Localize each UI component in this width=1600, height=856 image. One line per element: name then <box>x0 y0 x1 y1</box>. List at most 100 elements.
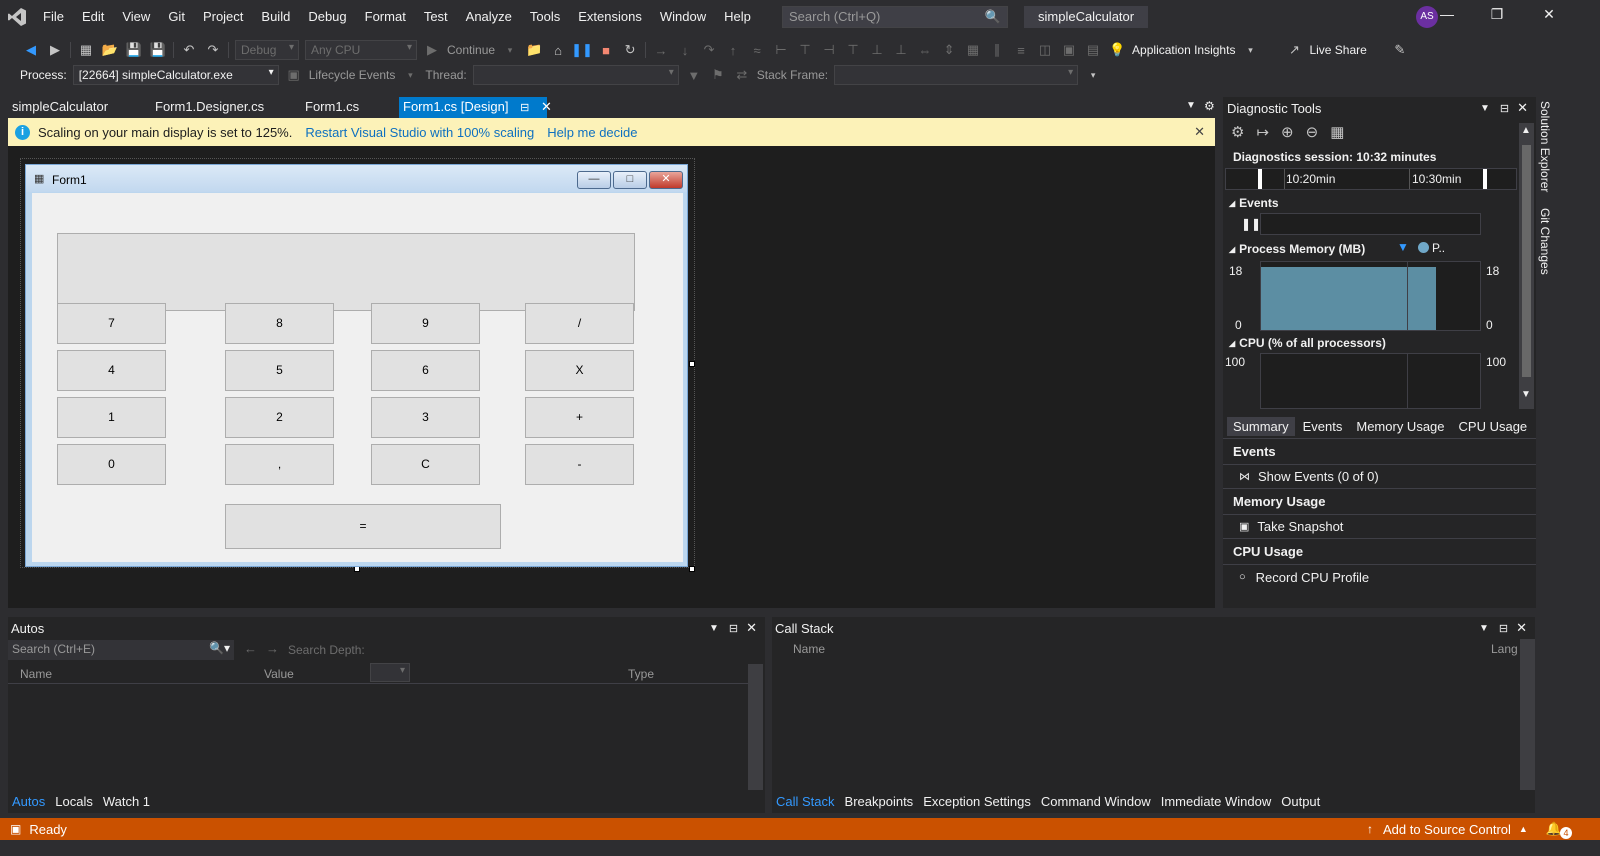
search-back-icon[interactable]: ← <box>244 641 257 656</box>
menu-format[interactable]: Format <box>356 0 415 34</box>
make-same-height-icon[interactable]: ⇕ <box>940 41 958 59</box>
settings-gear-icon[interactable]: ⚙ <box>1204 99 1215 113</box>
tab-output[interactable]: Output <box>1277 792 1324 811</box>
autos-scrollbar[interactable] <box>748 664 763 790</box>
pause-icon[interactable]: ❚❚ <box>1241 217 1261 231</box>
toolbar-options-icon[interactable]: ▾ <box>1084 66 1102 84</box>
cpu-chart[interactable] <box>1260 353 1481 409</box>
align-middles-icon[interactable]: ⊥ <box>868 41 886 59</box>
tab-exception-settings[interactable]: Exception Settings <box>919 792 1035 811</box>
align-lefts-icon[interactable]: ⊢ <box>772 41 790 59</box>
panel-options-icon[interactable]: ▼ <box>1480 103 1490 114</box>
tab-cpu-usage[interactable]: CPU Usage <box>1453 417 1534 436</box>
back-icon[interactable]: ◀ <box>22 41 40 59</box>
panel-options-icon[interactable]: ▼ <box>1479 623 1489 634</box>
pin-icon[interactable]: ⊟ <box>1499 622 1508 635</box>
save-icon[interactable]: 💾 <box>125 41 143 59</box>
close-tab-icon[interactable]: ✕ <box>541 99 552 114</box>
tab-list-dropdown-icon[interactable]: ▼ <box>1186 100 1196 111</box>
tab-simplecalculator[interactable]: simpleCalculator <box>0 97 143 118</box>
stop-icon[interactable]: ■ <box>597 41 615 59</box>
source-control-chevron-icon[interactable]: ▲ <box>1519 824 1528 834</box>
calc-button[interactable]: , <box>225 444 334 485</box>
column-name[interactable]: Name <box>20 667 52 681</box>
tab-events[interactable]: Events <box>1297 417 1349 436</box>
timeline-ruler[interactable]: 10:20min 10:30min <box>1225 168 1517 190</box>
tab-autos[interactable]: Autos <box>8 792 49 811</box>
align-centers-icon[interactable]: ⊤ <box>796 41 814 59</box>
calculator-display[interactable] <box>57 233 635 311</box>
scroll-thumb[interactable] <box>1522 145 1531 377</box>
tab-memory-usage[interactable]: Memory Usage <box>1350 417 1450 436</box>
tab-form1-cs[interactable]: Form1.cs <box>293 97 399 118</box>
feedback-icon[interactable]: ✎ <box>1391 41 1409 59</box>
thread-select[interactable]: ▾ <box>472 65 679 85</box>
calc-button[interactable]: 8 <box>225 303 334 344</box>
vertical-spacing-icon[interactable]: ≡ <box>1012 41 1030 59</box>
cpu-section-header[interactable]: ◢ CPU (% of all processors) <box>1229 336 1386 350</box>
hot-reload-icon[interactable]: ≈ <box>748 41 766 59</box>
send-to-back-icon[interactable]: ▤ <box>1084 41 1102 59</box>
open-folder-icon[interactable]: 📂 <box>101 41 119 59</box>
resize-handle-corner[interactable] <box>689 566 695 572</box>
menu-debug[interactable]: Debug <box>299 0 355 34</box>
column-type[interactable]: Type <box>628 667 654 681</box>
menu-edit[interactable]: Edit <box>73 0 113 34</box>
settings-gear-icon[interactable]: ⚙ <box>1231 123 1244 141</box>
calc-button[interactable]: 1 <box>57 397 166 438</box>
memory-chart[interactable] <box>1260 261 1481 331</box>
show-events-button[interactable]: ⋈ Show Events (0 of 0) <box>1223 465 1536 489</box>
filter-icon[interactable]: ▼ <box>685 66 703 84</box>
zoom-out-icon[interactable]: ⊖ <box>1306 123 1319 141</box>
zoom-in-icon[interactable]: ⊕ <box>1281 123 1294 141</box>
calc-button[interactable]: 5 <box>225 350 334 391</box>
call-stack-scrollbar[interactable] <box>1520 639 1535 790</box>
center-horizontally-icon[interactable]: ◫ <box>1036 41 1054 59</box>
dropdown-icon[interactable]: ▾ <box>401 66 419 84</box>
platform-select[interactable]: Any CPU ▾ <box>305 40 417 60</box>
restart-scaling-link[interactable]: Restart Visual Studio with 100% scaling <box>305 125 534 140</box>
forward-icon[interactable]: ▶ <box>46 41 64 59</box>
menu-file[interactable]: File <box>34 0 73 34</box>
menu-tools[interactable]: Tools <box>521 0 569 34</box>
tab-form1-design[interactable]: Form1.cs [Design] ⊟ ✕ <box>399 97 552 118</box>
make-same-width-icon[interactable]: ⇔ <box>916 41 934 59</box>
memory-section-header[interactable]: ◢ Process Memory (MB) <box>1229 242 1365 256</box>
restore-window-icon[interactable]: ❐ <box>1482 6 1512 28</box>
reset-zoom-icon[interactable]: ▦ <box>1330 123 1344 141</box>
lifecycle-events-button[interactable]: Lifecycle Events <box>309 68 396 82</box>
calc-button[interactable]: / <box>525 303 634 344</box>
menu-help[interactable]: Help <box>715 0 760 34</box>
timeline-end-handle[interactable] <box>1483 169 1487 189</box>
align-bottoms-icon[interactable]: ⊥ <box>892 41 910 59</box>
step-over-icon[interactable]: ↷ <box>700 41 718 59</box>
tab-summary[interactable]: Summary <box>1227 417 1295 436</box>
form-close-icon[interactable]: ✕ <box>649 171 683 189</box>
calc-button[interactable]: 4 <box>57 350 166 391</box>
process-select[interactable]: [22664] simpleCalculator.exe ▾ <box>72 65 279 85</box>
pin-icon[interactable]: ⊟ <box>1500 102 1509 115</box>
column-name[interactable]: Name <box>793 642 825 656</box>
panel-options-icon[interactable]: ▼ <box>709 623 719 634</box>
browser-link-icon[interactable]: ⌂ <box>549 41 567 59</box>
live-share-icon[interactable]: ↗ <box>1285 41 1303 59</box>
horizontal-spacing-icon[interactable]: ∥ <box>988 41 1006 59</box>
live-share-button[interactable]: Live Share <box>1309 43 1366 57</box>
configuration-select[interactable]: Debug ▾ <box>235 40 299 60</box>
form1-window[interactable]: ▦ Form1 — □ ✕ 7 8 9 / 4 5 6 X 1 2 3 +0, C - = <box>25 164 688 567</box>
help-me-decide-link[interactable]: Help me decide <box>547 125 637 140</box>
tab-breakpoints[interactable]: Breakpoints <box>841 792 918 811</box>
menu-view[interactable]: View <box>113 0 159 34</box>
close-panel-icon[interactable]: ✕ <box>746 620 757 636</box>
show-next-statement-icon[interactable]: → <box>652 41 670 59</box>
scroll-down-icon[interactable]: ▼ <box>1521 389 1531 400</box>
close-panel-icon[interactable]: ✕ <box>1516 620 1527 636</box>
solution-explorer-tab[interactable]: Solution Explorer <box>1538 97 1552 196</box>
align-tops-icon[interactable]: ⊤ <box>844 41 862 59</box>
form-minimize-icon[interactable]: — <box>577 171 611 189</box>
export-icon[interactable]: ↦ <box>1256 123 1269 141</box>
step-out-icon[interactable]: ↑ <box>724 41 742 59</box>
search-forward-icon[interactable]: → <box>266 641 279 656</box>
close-panel-icon[interactable]: ✕ <box>1517 100 1528 116</box>
menu-analyze[interactable]: Analyze <box>457 0 521 34</box>
